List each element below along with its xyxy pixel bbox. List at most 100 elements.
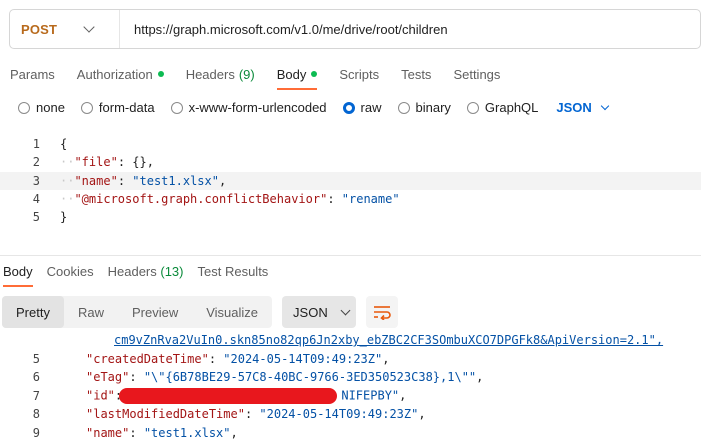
tab-response-body[interactable]: Body [3, 264, 33, 287]
method-select[interactable]: POST [10, 10, 120, 48]
code-token: : {}, [117, 155, 154, 170]
line-number: 2 [32, 155, 40, 170]
tab-response-headers[interactable]: Headers (13) [108, 264, 184, 282]
radio-binary[interactable]: binary [397, 100, 451, 115]
request-tabs: Params Authorization Headers (9) Body Scr… [10, 64, 522, 90]
tab-label: Body [3, 264, 33, 279]
code-token: "@microsoft.graph.conflictBehavior" [74, 192, 328, 207]
tab-label: Tests [401, 66, 432, 82]
json-key: "eTag" [86, 370, 130, 385]
pane-divider[interactable] [0, 255, 701, 256]
status-dot-icon [157, 71, 164, 77]
tab-cookies[interactable]: Cookies [47, 264, 94, 282]
format-label: JSON [293, 304, 328, 320]
response-line: 9 "name": "test1.xlsx", [0, 424, 701, 441]
view-visualize[interactable]: Visualize [192, 296, 272, 328]
tab-params[interactable]: Params [10, 64, 55, 84]
code-text: "lastModifiedDateTime": "2024-05-14T09:4… [86, 407, 426, 422]
radio-label: x-www-form-urlencoded [188, 100, 327, 115]
method-label: POST [21, 21, 58, 37]
request-bar: POST https://graph.microsoft.com/v1.0/me… [9, 9, 701, 49]
response-link[interactable]: cm9vZnRva2VuIn0.skn85no82qp6Jn2xby_ebZBC… [40, 333, 663, 347]
code-token: } [60, 210, 68, 225]
view-preview[interactable]: Preview [118, 296, 192, 328]
view-raw[interactable]: Raw [64, 296, 118, 328]
tab-body[interactable]: Body [276, 64, 318, 90]
code-text: "eTag": "\"{6B78BE29-57C8-40BC-9766-3ED3… [86, 370, 484, 385]
radio-none[interactable]: none [18, 100, 65, 115]
header-count: (9) [238, 66, 255, 82]
code-token: "file" [74, 155, 118, 170]
tab-label: Headers [107, 264, 157, 279]
code-text: } [40, 210, 67, 224]
wrap-lines-icon [374, 306, 391, 320]
tab-tests[interactable]: Tests [401, 64, 431, 84]
code-token: , [218, 173, 227, 188]
line-number: 3 [32, 173, 40, 188]
tab-authorization[interactable]: Authorization [77, 64, 164, 84]
code-token: ·· [60, 192, 75, 207]
line-number: 4 [32, 192, 40, 207]
json-key: "id" [86, 388, 115, 403]
code-text: { [40, 137, 67, 151]
radio-label: GraphQL [484, 100, 539, 115]
tab-test-results[interactable]: Test Results [198, 264, 269, 282]
tab-label: Scripts [339, 66, 380, 82]
view-pretty[interactable]: Pretty [2, 296, 64, 328]
json-value: "2024-05-14T09:49:23Z" [223, 351, 383, 366]
code-token: "name" [74, 173, 118, 188]
line-number: 8 [32, 407, 40, 422]
radio-label: raw [360, 100, 382, 115]
tab-settings[interactable]: Settings [453, 64, 500, 84]
code-text: ··"file": {}, [40, 155, 154, 169]
line-number: 6 [32, 370, 40, 385]
response-line: 5 "createdDateTime": "2024-05-14T09:49:23… [0, 350, 701, 369]
code-token: { [60, 137, 68, 152]
response-line: 7 "id": NIFEPBY", [0, 387, 701, 406]
tab-label: Headers [185, 66, 235, 82]
code-token: : [327, 192, 342, 207]
radio-raw[interactable]: raw [342, 100, 382, 115]
radio-icon [80, 101, 93, 114]
response-line: 6 "eTag": "\"{6B78BE29-57C8-40BC-9766-3ED… [0, 368, 701, 387]
editor-line: 5} [0, 208, 701, 226]
tab-scripts[interactable]: Scripts [339, 64, 379, 84]
body-format-select[interactable]: JSON [556, 100, 610, 115]
code-text: ··"@microsoft.graph.conflictBehavior": "… [40, 192, 400, 206]
request-body-editor[interactable]: 1{2 ··"file": {}, 3 ··"name": "test1.xlsx",… [0, 135, 701, 245]
json-key: "createdDateTime" [86, 351, 209, 366]
url-input[interactable]: https://graph.microsoft.com/v1.0/me/driv… [120, 22, 448, 37]
tab-headers[interactable]: Headers (9) [186, 64, 255, 84]
chevron-down-icon [340, 305, 351, 315]
editor-line: 2 ··"file": {}, [0, 153, 701, 171]
json-value: "2024-05-14T09:49:23Z" [259, 407, 419, 422]
radio-label: form-data [98, 100, 155, 115]
line-number: 5 [32, 210, 40, 225]
tab-label: Cookies [46, 264, 94, 279]
radio-graphql[interactable]: GraphQL [466, 100, 539, 115]
header-count: (13) [160, 264, 184, 279]
json-value: "test1.xlsx" [143, 425, 231, 440]
radio-urlencoded[interactable]: x-www-form-urlencoded [170, 100, 327, 115]
response-format-select[interactable]: JSON [282, 296, 357, 328]
radio-icon [466, 101, 479, 114]
code-token: "test1.xlsx" [132, 173, 219, 188]
response-tabs: Body Cookies Headers (13) Test Results [3, 264, 282, 287]
chevron-down-icon [600, 101, 610, 110]
code-text: ··"name": "test1.xlsx", [40, 174, 226, 188]
code-text: "id": NIFEPBY", [86, 387, 407, 404]
json-key: "lastModifiedDateTime" [86, 407, 245, 422]
code-token: ·· [60, 155, 75, 170]
response-view-toolbar: Pretty Raw Preview Visualize JSON [2, 296, 399, 328]
radio-form-data[interactable]: form-data [80, 100, 155, 115]
editor-line: 1{ [0, 135, 701, 153]
response-body[interactable]: cm9vZnRva2VuIn0.skn85no82qp6Jn2xby_ebZBC… [0, 331, 701, 441]
chevron-down-icon [83, 21, 95, 33]
line-number: 5 [32, 351, 40, 366]
line-number: 7 [32, 388, 40, 403]
wrap-lines-button[interactable] [366, 296, 399, 328]
radio-label: none [36, 100, 65, 115]
view-mode-segment: Pretty Raw Preview Visualize [2, 296, 273, 328]
response-line: 8 "lastModifiedDateTime": "2024-05-14T09:… [0, 405, 701, 424]
editor-line: 4 ··"@microsoft.graph.conflictBehavior": … [0, 190, 701, 208]
